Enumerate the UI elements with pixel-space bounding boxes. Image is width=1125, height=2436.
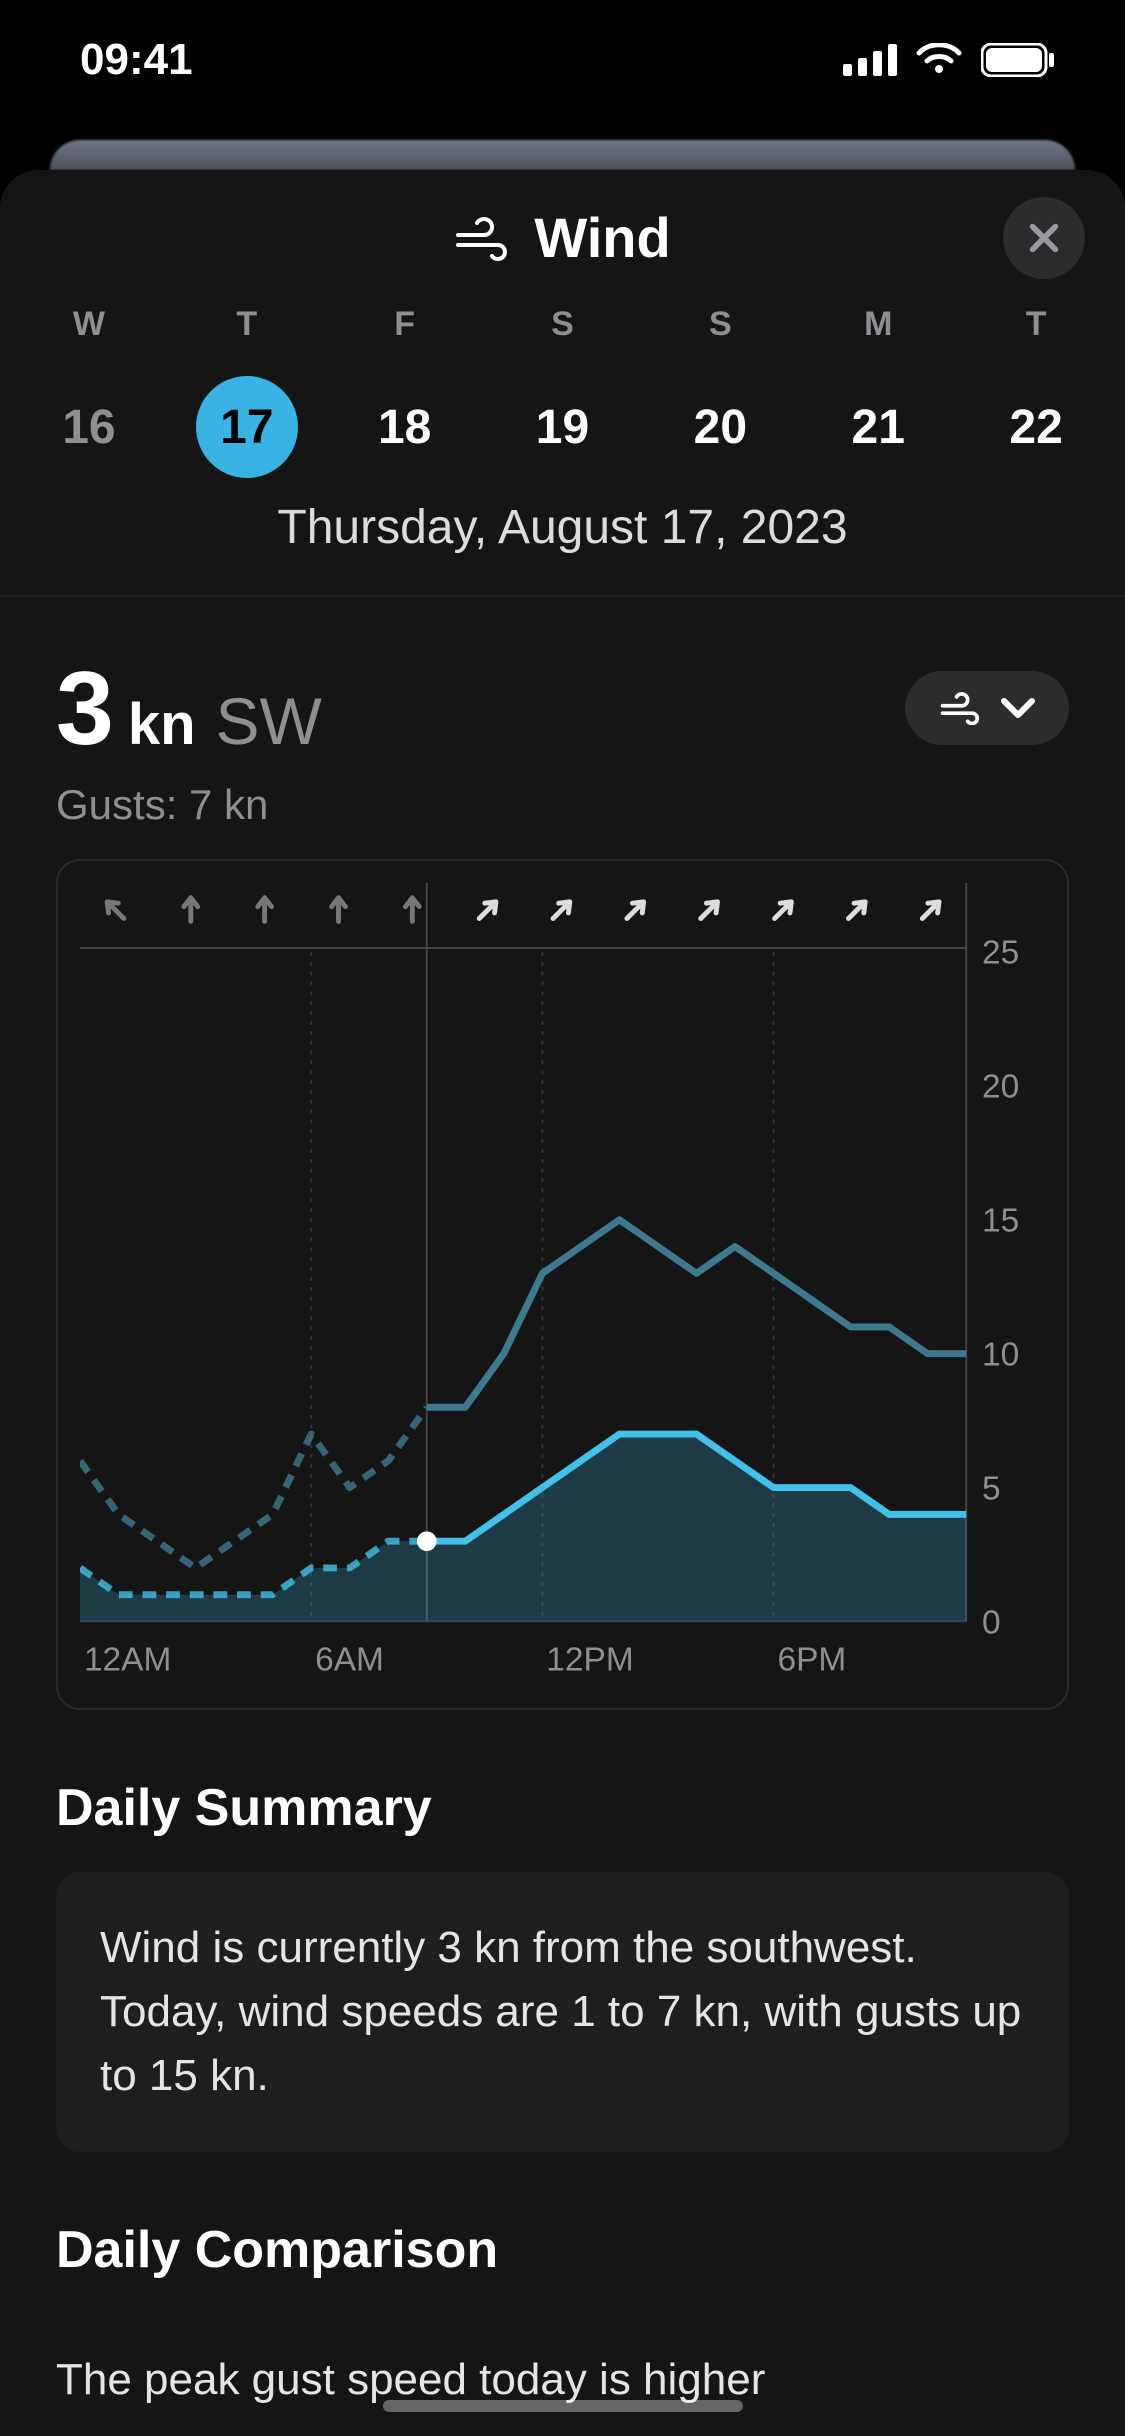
close-icon: [1025, 219, 1063, 257]
day-cell-19[interactable]: S 19: [484, 305, 642, 478]
wind-direction-arrow-icon: [102, 897, 128, 923]
svg-text:6PM: 6PM: [778, 1642, 847, 1679]
wind-direction-arrow-icon: [474, 897, 500, 923]
day-selector: W 16 T 17 F 18 S 19 S 20 M 21 T 22: [0, 305, 1125, 478]
day-number: 18: [378, 400, 431, 455]
wind-icon: [454, 215, 512, 261]
wind-direction-arrow-icon: [696, 897, 722, 923]
wind-chart-svg: 0 5 10 15 20 25 12AM 6AM 12PM 6PM: [80, 883, 1045, 1690]
status-time: 09:41: [80, 35, 193, 85]
sheet-header: Wind: [0, 170, 1125, 305]
day-number: 22: [1009, 400, 1062, 455]
svg-text:12PM: 12PM: [546, 1642, 633, 1679]
svg-text:0: 0: [982, 1604, 1001, 1641]
wind-direction-arrow-icon: [770, 897, 796, 923]
daily-comparison-text: The peak gust speed today is higher: [0, 2314, 1125, 2412]
day-letter: W: [10, 305, 168, 344]
chart-options-button[interactable]: [905, 671, 1069, 745]
daily-comparison-section: Daily Comparison: [0, 2152, 1125, 2280]
status-bar: 09:41: [0, 0, 1125, 120]
day-letter: F: [326, 305, 484, 344]
chevron-down-icon: [1001, 697, 1035, 719]
day-number: 19: [536, 400, 589, 455]
wind-direction-arrow-icon: [258, 898, 272, 922]
day-cell-17[interactable]: T 17: [168, 305, 326, 478]
day-letter: T: [168, 305, 326, 344]
day-number: 20: [694, 400, 747, 455]
status-indicators: [843, 43, 1055, 77]
wind-direction-arrow-icon: [405, 898, 419, 922]
wifi-icon: [915, 43, 963, 77]
day-letter: S: [641, 305, 799, 344]
cellular-icon: [843, 44, 897, 76]
wind-direction-arrow-icon: [917, 897, 943, 923]
wind-detail-sheet: Wind W 16 T 17 F 18 S 19 S 20 M 21 T 22 Thursday, Aug…: [0, 170, 1125, 2436]
wind-chart[interactable]: 0 5 10 15 20 25 12AM 6AM 12PM 6PM: [56, 859, 1069, 1710]
daily-summary-section: Daily Summary Wind is currently 3 kn fro…: [0, 1710, 1125, 2151]
day-cell-20[interactable]: S 20: [641, 305, 799, 478]
wind-direction-arrow-icon: [844, 897, 870, 923]
day-letter: T: [957, 305, 1115, 344]
svg-text:20: 20: [982, 1069, 1019, 1106]
svg-text:5: 5: [982, 1470, 1001, 1507]
wind-direction-arrow-icon: [548, 897, 574, 923]
current-reading-row: 3 kn SW: [0, 597, 1125, 775]
wind-direction-arrow-icon: [184, 898, 198, 922]
sheet-title-text: Wind: [534, 205, 670, 270]
wind-direction: SW: [216, 683, 322, 759]
home-indicator: [383, 2400, 743, 2412]
day-letter: M: [799, 305, 957, 344]
wind-direction-arrow-icon: [622, 897, 648, 923]
day-number: 17: [220, 400, 273, 455]
selected-date-label: Thursday, August 17, 2023: [0, 500, 1125, 595]
close-button[interactable]: [1003, 197, 1085, 279]
daily-summary-text: Wind is currently 3 kn from the southwes…: [56, 1872, 1069, 2151]
daily-comparison-title: Daily Comparison: [56, 2220, 1069, 2280]
svg-text:10: 10: [982, 1336, 1019, 1373]
day-cell-21[interactable]: M 21: [799, 305, 957, 478]
svg-text:6AM: 6AM: [315, 1642, 384, 1679]
day-cell-22[interactable]: T 22: [957, 305, 1115, 478]
svg-text:25: 25: [982, 935, 1019, 972]
day-cell-16[interactable]: W 16: [10, 305, 168, 478]
wind-speed-unit: kn: [128, 696, 196, 754]
day-cell-18[interactable]: F 18: [326, 305, 484, 478]
day-number: 16: [62, 400, 115, 455]
wind-speed-value: 3: [56, 657, 114, 761]
gusts-label: Gusts: 7 kn: [0, 775, 1125, 859]
svg-text:15: 15: [982, 1203, 1019, 1240]
daily-summary-title: Daily Summary: [56, 1778, 1069, 1838]
svg-text:12AM: 12AM: [84, 1642, 171, 1679]
wind-direction-arrow-icon: [332, 898, 346, 922]
day-number: 21: [852, 400, 905, 455]
battery-icon: [981, 43, 1055, 77]
background-peek: [50, 140, 1075, 170]
day-letter: S: [484, 305, 642, 344]
wind-icon: [939, 691, 983, 725]
